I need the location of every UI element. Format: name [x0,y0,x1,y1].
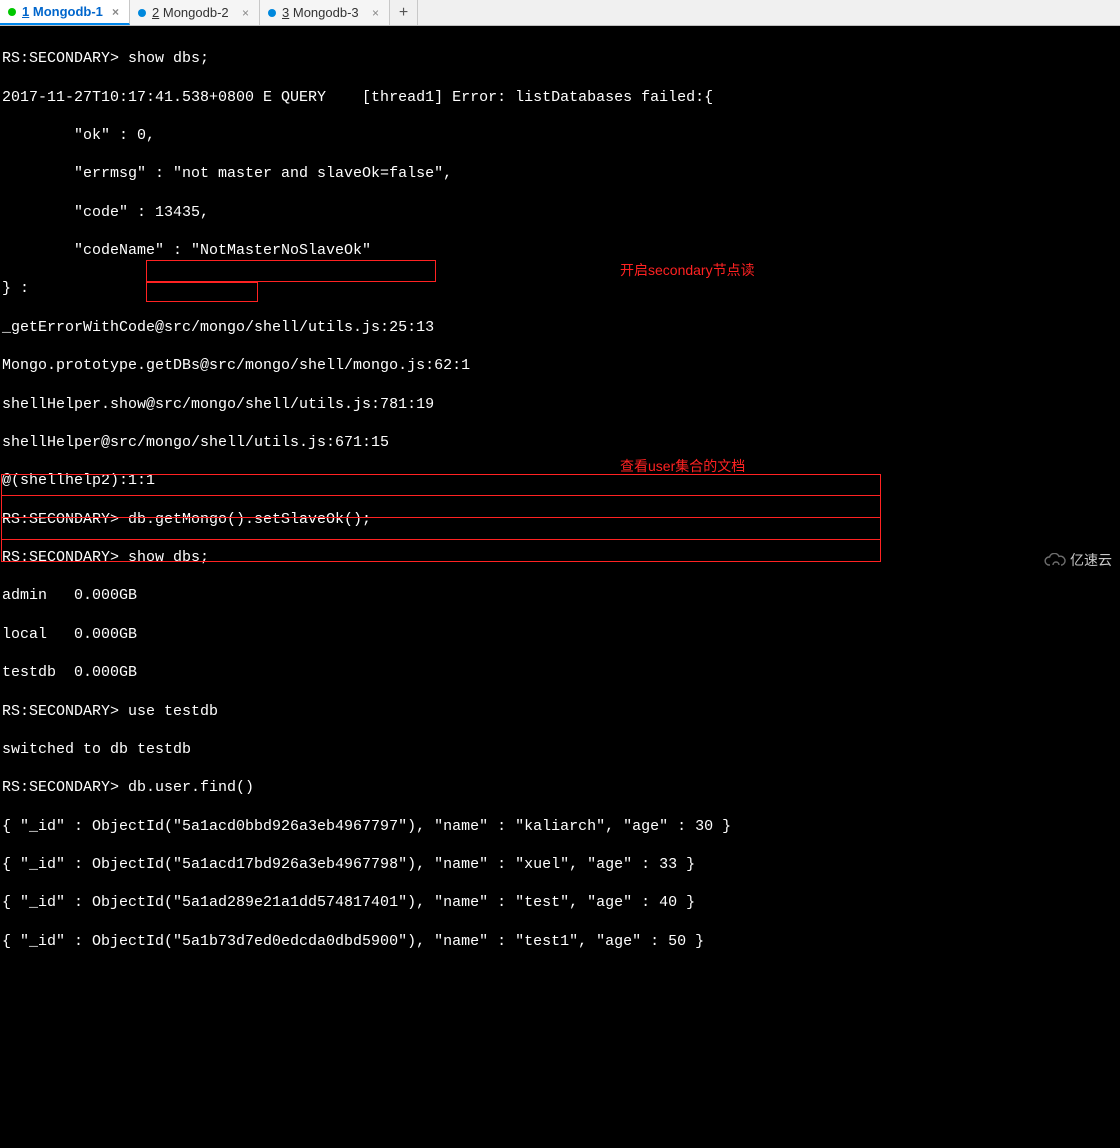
terminal-output[interactable]: RS:SECONDARY> show dbs; 2017-11-27T10:17… [0,26,1120,1148]
close-icon[interactable]: × [240,6,251,20]
terminal-line: RS:SECONDARY> show dbs; [2,548,1118,567]
terminal-line: RS:SECONDARY> use testdb [2,702,1118,721]
terminal-line: 2017-11-27T10:17:41.538+0800 E QUERY [th… [2,88,1118,107]
annotation-view-user-docs: 查看user集合的文档 [620,458,745,476]
terminal-line: "code" : 13435, [2,203,1118,222]
cloud-icon [1044,553,1066,567]
terminal-line: Mongo.prototype.getDBs@src/mongo/shell/m… [2,356,1118,375]
terminal-line: admin 0.000GB [2,586,1118,605]
terminal-line: "codeName" : "NotMasterNoSlaveOk" [2,241,1118,260]
terminal-line: shellHelper.show@src/mongo/shell/utils.j… [2,395,1118,414]
terminal-line: shellHelper@src/mongo/shell/utils.js:671… [2,433,1118,452]
tab-mongodb-1[interactable]: 1 Mongodb-1 × [0,0,130,25]
close-icon[interactable]: × [370,6,381,20]
terminal-line: { "_id" : ObjectId("5a1acd17bd926a3eb496… [2,855,1118,874]
tab-label: 2 Mongodb-2 [152,5,229,20]
terminal-line: RS:SECONDARY> show dbs; [2,49,1118,68]
watermark-text: 亿速云 [1070,550,1112,570]
terminal-line: RS:SECONDARY> db.getMongo().setSlaveOk()… [2,510,1118,529]
terminal-line: local 0.000GB [2,625,1118,644]
terminal-line: _getErrorWithCode@src/mongo/shell/utils.… [2,318,1118,337]
terminal-line: @(shellhelp2):1:1 [2,471,1118,490]
terminal-line: { "_id" : ObjectId("5a1ad289e21a1dd57481… [2,893,1118,912]
status-dot-icon [138,9,146,17]
tab-mongodb-2[interactable]: 2 Mongodb-2 × [130,0,260,25]
watermark: 亿速云 [1044,550,1112,570]
status-dot-icon [8,8,16,16]
terminal-line: RS:SECONDARY> db.user.find() [2,778,1118,797]
annotation-secondary-read: 开启secondary节点读 [620,262,755,280]
tab-mongodb-3[interactable]: 3 Mongodb-3 × [260,0,390,25]
close-icon[interactable]: × [110,5,121,19]
terminal-line: { "_id" : ObjectId("5a1b73d7ed0edcda0dbd… [2,932,1118,951]
terminal-line: testdb 0.000GB [2,663,1118,682]
tab-label: 1 Mongodb-1 [22,4,103,19]
terminal-line: { "_id" : ObjectId("5a1acd0bbd926a3eb496… [2,817,1118,836]
terminal-line: } : [2,279,1118,298]
tab-label: 3 Mongodb-3 [282,5,359,20]
terminal-line: "ok" : 0, [2,126,1118,145]
add-tab-button[interactable]: + [390,0,418,25]
status-dot-icon [268,9,276,17]
terminal-line: "errmsg" : "not master and slaveOk=false… [2,164,1118,183]
terminal-line: switched to db testdb [2,740,1118,759]
tab-bar: 1 Mongodb-1 × 2 Mongodb-2 × 3 Mongodb-3 … [0,0,1120,26]
